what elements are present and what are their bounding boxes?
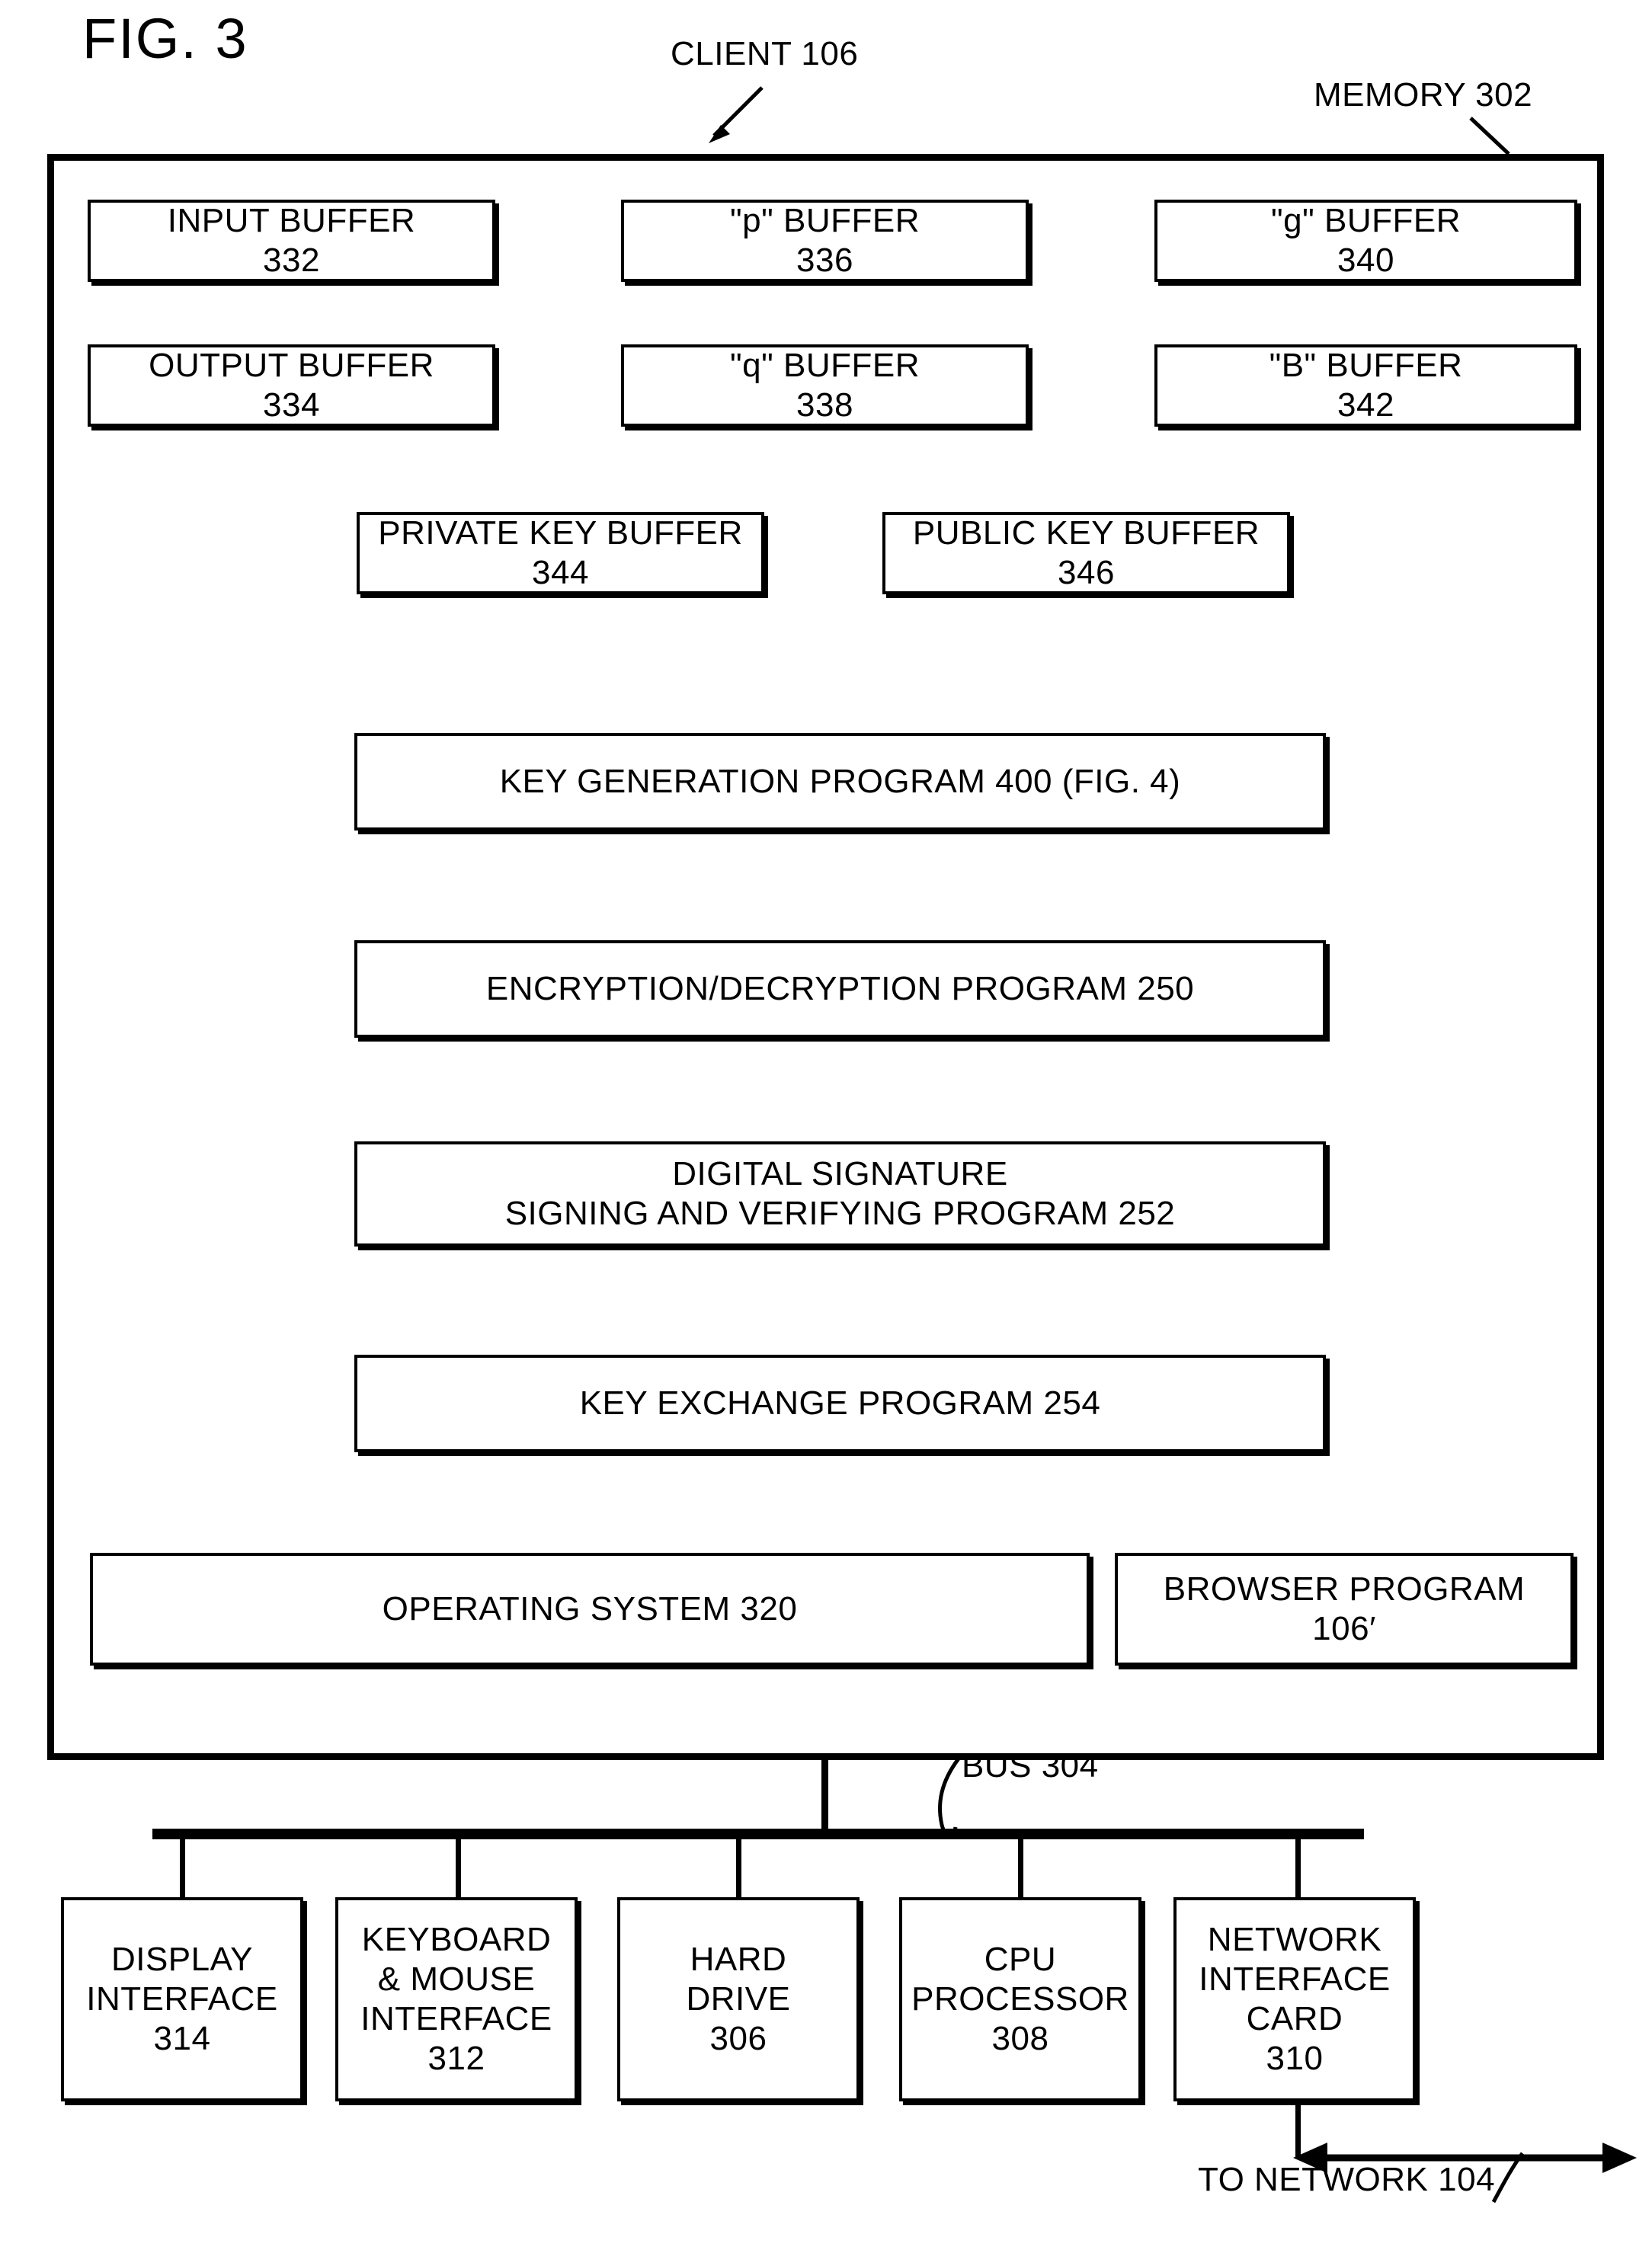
key-generation-program-label: KEY GENERATION PROGRAM 400 (FIG. 4)	[499, 763, 1181, 801]
client-callout-label: CLIENT 106	[671, 35, 859, 72]
public-key-buffer-box: PUBLIC KEY BUFFER 346	[882, 512, 1290, 594]
nic-to-network-line	[1295, 2103, 1301, 2158]
q-buffer-name: "q" BUFFER	[730, 347, 920, 385]
memory-leader-line	[1469, 117, 1510, 155]
bus-drop-line-nic	[1295, 1838, 1301, 1899]
browser-program-line2: 106′	[1312, 1610, 1376, 1647]
bus-leader-line	[938, 1753, 963, 1837]
keyboard-mouse-interface-number: 312	[427, 2039, 485, 2077]
hard-drive-number: 306	[709, 2019, 767, 2057]
bus-bar	[152, 1829, 1364, 1839]
network-interface-card-line2: INTERFACE	[1199, 1960, 1391, 1999]
display-interface-number: 314	[153, 2019, 211, 2057]
network-callout-label: TO NETWORK 104	[1198, 2161, 1496, 2198]
cpu-processor-box: CPU PROCESSOR 308	[899, 1897, 1141, 2101]
public-key-buffer-name: PUBLIC KEY BUFFER	[912, 514, 1260, 552]
key-exchange-program-label: KEY EXCHANGE PROGRAM 254	[579, 1384, 1101, 1423]
private-key-buffer-name: PRIVATE KEY BUFFER	[378, 514, 743, 552]
q-buffer-box: "q" BUFFER 338	[621, 344, 1029, 427]
q-buffer-number: 338	[796, 386, 853, 424]
private-key-buffer-box: PRIVATE KEY BUFFER 344	[357, 512, 764, 594]
encryption-decryption-program-box: ENCRYPTION/DECRYPTION PROGRAM 250	[354, 940, 1326, 1038]
network-interface-card-line3: CARD	[1246, 2000, 1343, 2037]
keyboard-mouse-interface-line3: INTERFACE	[360, 2000, 552, 2037]
bus-drop-line-keyboard	[456, 1838, 461, 1899]
B-buffer-box: "B" BUFFER 342	[1154, 344, 1577, 427]
hard-drive-box: HARD DRIVE 306	[617, 1897, 860, 2101]
bus-drop-line-display	[180, 1838, 185, 1899]
figure-title: FIG. 3	[82, 7, 248, 70]
public-key-buffer-number: 346	[1058, 554, 1115, 591]
g-buffer-box: "g" BUFFER 340	[1154, 200, 1577, 282]
private-key-buffer-number: 344	[532, 554, 589, 591]
network-interface-card-box: NETWORK INTERFACE CARD 310	[1173, 1897, 1416, 2101]
operating-system-box: OPERATING SYSTEM 320	[90, 1553, 1090, 1666]
digital-signature-program-line2: SIGNING AND VERIFYING PROGRAM 252	[504, 1195, 1176, 1232]
cpu-processor-line1: CPU	[984, 1941, 1057, 1979]
input-buffer-box: INPUT BUFFER 332	[88, 200, 495, 282]
display-interface-box: DISPLAY INTERFACE 314	[61, 1897, 303, 2101]
digital-signature-program-box: DIGITAL SIGNATURE SIGNING AND VERIFYING P…	[354, 1141, 1326, 1247]
bus-drop-line-cpu	[1018, 1838, 1023, 1899]
hard-drive-line2: DRIVE	[686, 1980, 791, 2018]
hard-drive-line1: HARD	[690, 1941, 787, 1979]
browser-program-box: BROWSER PROGRAM 106′	[1115, 1553, 1574, 1666]
display-interface-line1: DISPLAY	[110, 1941, 254, 1979]
memory-callout-label: MEMORY 302	[1314, 76, 1533, 114]
keyboard-mouse-interface-line1: KEYBOARD	[361, 1921, 552, 1959]
browser-program-line1: BROWSER PROGRAM	[1163, 1570, 1526, 1608]
p-buffer-name: "p" BUFFER	[730, 202, 920, 240]
g-buffer-number: 340	[1337, 242, 1394, 279]
encryption-decryption-program-label: ENCRYPTION/DECRYPTION PROGRAM 250	[485, 970, 1195, 1008]
memory-to-bus-line	[821, 1760, 828, 1833]
digital-signature-program-line1: DIGITAL SIGNATURE	[672, 1155, 1008, 1193]
cpu-processor-number: 308	[991, 2019, 1049, 2057]
bus-drop-line-hard-drive	[736, 1838, 741, 1899]
cpu-processor-line2: PROCESSOR	[911, 1980, 1129, 2018]
client-leader-arrow	[709, 86, 764, 143]
keyboard-mouse-interface-line2: & MOUSE	[377, 1960, 536, 1999]
key-exchange-program-box: KEY EXCHANGE PROGRAM 254	[354, 1355, 1326, 1452]
p-buffer-number: 336	[796, 242, 853, 279]
output-buffer-number: 334	[263, 386, 320, 424]
B-buffer-name: "B" BUFFER	[1269, 347, 1463, 385]
B-buffer-number: 342	[1337, 386, 1394, 424]
input-buffer-name: INPUT BUFFER	[167, 202, 416, 240]
p-buffer-box: "p" BUFFER 336	[621, 200, 1029, 282]
display-interface-line2: INTERFACE	[86, 1980, 278, 2018]
keyboard-mouse-interface-box: KEYBOARD & MOUSE INTERFACE 312	[335, 1897, 578, 2101]
operating-system-label: OPERATING SYSTEM 320	[382, 1590, 798, 1628]
patent-figure-page: FIG. 3 CLIENT 106 MEMORY 302 BUS 304 TO …	[0, 0, 1652, 2250]
network-interface-card-line1: NETWORK	[1207, 1921, 1382, 1959]
network-interface-card-number: 310	[1266, 2039, 1324, 2077]
output-buffer-box: OUTPUT BUFFER 334	[88, 344, 495, 427]
key-generation-program-box: KEY GENERATION PROGRAM 400 (FIG. 4)	[354, 733, 1326, 831]
input-buffer-number: 332	[263, 242, 320, 279]
g-buffer-name: "g" BUFFER	[1271, 202, 1461, 240]
output-buffer-name: OUTPUT BUFFER	[149, 347, 434, 385]
